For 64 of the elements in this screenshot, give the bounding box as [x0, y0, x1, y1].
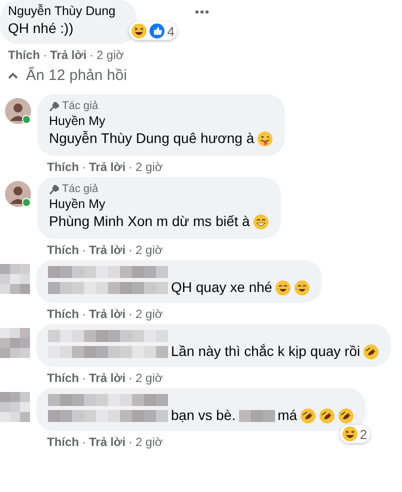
censored-mosaic	[238, 410, 275, 422]
reaction-count[interactable]: 2	[340, 425, 370, 443]
comment-text: Nguyễn Thùy Dung quê hương à	[49, 129, 254, 148]
rolling-laughing-icon	[363, 344, 380, 360]
separator: ·	[128, 306, 133, 322]
author-name[interactable]: Huyền My	[49, 114, 274, 129]
separator: ·	[82, 242, 86, 258]
timestamp: 2 giờ	[136, 159, 163, 175]
censored-mosaic	[0, 264, 30, 294]
separator: ·	[128, 159, 133, 175]
separator: ·	[82, 434, 86, 450]
more-options-icon[interactable]	[195, 10, 210, 14]
timestamp: 2 giờ	[136, 434, 163, 450]
like-link[interactable]: Thích	[47, 159, 79, 175]
reply-link[interactable]: Trả lời	[89, 159, 126, 175]
like-link[interactable]: Thích	[47, 370, 79, 386]
comment-text: QH quay xe nhé	[171, 278, 272, 297]
timestamp: 2 giờ	[136, 370, 163, 386]
separator: ·	[43, 47, 47, 63]
comment-text: bạn vs bè.	[171, 406, 236, 425]
rolling-laughing-icon	[319, 408, 336, 424]
separator: ·	[82, 159, 86, 175]
author-name[interactable]: Huyền My	[49, 197, 269, 212]
author-name[interactable]: Nguyễn Thùy Dung	[8, 4, 116, 19]
laughing-face-icon	[342, 426, 358, 442]
tears-of-joy-icon	[275, 280, 292, 296]
separator: ·	[128, 370, 133, 386]
rolling-laughing-icon	[338, 408, 354, 424]
like-link[interactable]: Thích	[47, 242, 79, 258]
reply-link[interactable]: Trả lời	[89, 434, 126, 450]
laughing-face-icon	[131, 23, 148, 39]
censored-mosaic	[0, 328, 30, 358]
timestamp: 2 giờ	[136, 242, 163, 258]
tears-of-joy-icon	[294, 280, 310, 296]
like-link[interactable]: Thích	[47, 306, 79, 322]
separator: ·	[128, 242, 133, 258]
separator: ·	[128, 434, 133, 450]
censored-mosaic	[0, 392, 30, 422]
reply-link[interactable]: Trả lời	[89, 306, 126, 322]
avatar	[5, 98, 31, 124]
separator: ·	[90, 47, 94, 63]
thumbs-up-icon	[149, 23, 166, 39]
tongue-face-icon	[257, 130, 274, 146]
separator: ·	[82, 306, 86, 322]
grinning-face-icon	[252, 214, 269, 230]
reply-link[interactable]: Trả lời	[89, 370, 126, 386]
avatar	[5, 181, 31, 207]
hide-replies-button[interactable]: Ẩn 12 phản hồi	[0, 63, 127, 88]
reaction-count[interactable]: 4	[129, 22, 178, 40]
timestamp: 2 giờ	[96, 47, 124, 63]
comment-text: Lần này thì chắc k kịp quay rồi	[171, 342, 360, 361]
timestamp: 2 giờ	[136, 306, 163, 322]
author-label: Tác giả	[62, 99, 98, 114]
comment-text: QH nhé :))	[8, 19, 74, 38]
like-link[interactable]: Thích	[8, 47, 40, 63]
reply-link[interactable]: Trả lời	[50, 47, 87, 63]
comment-text: Phùng Minh Xon m dừ ms biết à	[49, 212, 250, 231]
author-label: Tác giả	[62, 182, 98, 197]
rolling-laughing-icon	[300, 408, 316, 424]
separator: ·	[82, 370, 86, 386]
reply-link[interactable]: Trả lời	[89, 242, 126, 258]
caret-up-icon	[8, 72, 18, 79]
like-link[interactable]: Thích	[47, 434, 79, 450]
comment-text: má	[278, 406, 298, 425]
